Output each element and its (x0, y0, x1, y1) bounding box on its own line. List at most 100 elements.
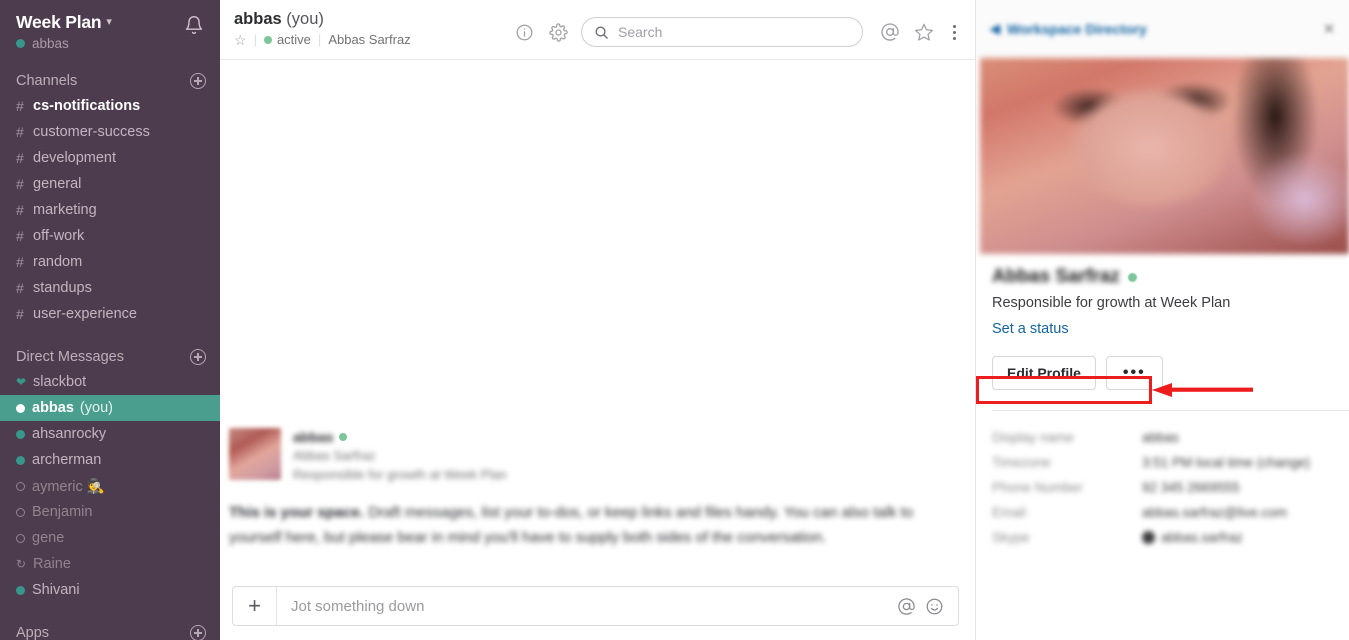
message-item: abbas Abbas Sarfraz Responsible for grow… (229, 428, 959, 483)
sidebar-item-benjamin[interactable]: Benjamin (0, 499, 220, 525)
at-mention-icon[interactable] (873, 17, 907, 47)
hash-icon: # (16, 176, 24, 192)
conversation-info: abbas (you) ☆ | active | Abbas Sarfraz (234, 9, 507, 47)
sidebar-item-marketing[interactable]: # marketing (0, 197, 220, 223)
sidebar-item-aymeric[interactable]: aymeric 🕵 (0, 473, 220, 499)
direct-messages-section: Direct Messages ❤ slackbot abbas (you) a… (0, 345, 220, 603)
presence-away-icon (16, 481, 25, 491)
workspace-name[interactable]: Week Plan (16, 12, 102, 33)
hash-icon: # (16, 306, 24, 322)
back-to-workspace-directory[interactable]: ◀ Workspace Directory (990, 21, 1313, 37)
apps-section: Apps (0, 621, 220, 640)
sidebar-item-standups[interactable]: # standups (0, 275, 220, 301)
sidebar-item-development[interactable]: # development (0, 145, 220, 171)
bell-icon[interactable] (184, 15, 204, 35)
edit-profile-button[interactable]: Edit Profile (992, 356, 1096, 390)
message-author[interactable]: abbas (293, 429, 333, 445)
field-value[interactable]: abbas.sarfraz@live.com (1142, 505, 1287, 520)
sidebar-item-label: development (33, 150, 117, 166)
profile-description: Responsible for growth at Week Plan (992, 295, 1231, 311)
hash-icon: # (16, 254, 24, 270)
set-a-status-link[interactable]: Set a status (992, 321, 1069, 337)
message-body: abbas Abbas Sarfraz Responsible for grow… (293, 428, 959, 483)
dms-label: Direct Messages (16, 349, 124, 365)
plus-icon[interactable]: + (233, 587, 277, 625)
emoji-smiley-icon[interactable] (925, 597, 944, 616)
chevron-down-icon[interactable]: ▾ (106, 15, 112, 28)
sidebar-item-label: random (33, 254, 83, 270)
sidebar-item-label: archerman (32, 452, 102, 468)
kebab-menu-icon[interactable] (943, 17, 965, 47)
hash-icon: # (16, 228, 24, 244)
hash-icon: # (16, 202, 24, 218)
composer-icons (897, 597, 958, 616)
starred-items-icon[interactable] (907, 17, 941, 47)
sidebar-item-label: Benjamin (32, 504, 93, 520)
at-mention-icon[interactable] (897, 597, 916, 616)
header-actions (507, 9, 965, 47)
field-value: abbas.sarfraz (1161, 530, 1243, 545)
conversation-full-name: Abbas Sarfraz (328, 32, 411, 47)
dms-section-header[interactable]: Direct Messages (0, 345, 220, 369)
hash-icon: # (16, 98, 24, 114)
workspace-title-wrap[interactable]: Week Plan ▾ abbas (16, 12, 206, 51)
channels-label: Channels (16, 73, 78, 89)
presence-online-icon (16, 455, 25, 465)
message-input[interactable] (277, 597, 897, 615)
profile-name-row: Abbas Sarfraz (992, 266, 1333, 288)
plus-circle-icon-apps[interactable] (190, 625, 206, 640)
hash-icon: # (16, 124, 24, 140)
sidebar-item-label: general (33, 176, 82, 192)
plus-circle-icon-channels[interactable] (190, 73, 206, 89)
close-icon[interactable]: ✕ (1321, 21, 1337, 38)
sidebar-item-abbas-you[interactable]: abbas (you) (0, 395, 220, 421)
heart-icon: ❤ (16, 375, 27, 389)
sidebar: Week Plan ▾ abbas Channels # cs-notifica… (0, 0, 220, 640)
field-label: Display name (992, 430, 1074, 445)
presence-away-icon (16, 533, 25, 543)
sidebar-item-label: cs-notifications (33, 98, 141, 114)
sidebar-item-user-experience[interactable]: # user-experience (0, 301, 220, 327)
sidebar-item-slackbot[interactable]: ❤ slackbot (0, 369, 220, 395)
profile-field-email: Email abbas.sarfraz@live.com (992, 500, 1333, 525)
star-outline-icon[interactable]: ☆ (234, 33, 247, 47)
apps-section-header[interactable]: Apps (0, 621, 220, 640)
channels-section-header[interactable]: Channels (0, 69, 220, 93)
sidebar-item-raine[interactable]: ↻ Raine (0, 551, 220, 577)
message-composer[interactable]: + (232, 586, 959, 626)
sidebar-item-label: standups (33, 280, 92, 296)
sidebar-item-gene[interactable]: gene (0, 525, 220, 551)
chevron-left-icon: ◀ (990, 21, 1000, 36)
sidebar-item-ahsanrocky[interactable]: ahsanrocky (0, 421, 220, 447)
composer-wrap: + (220, 586, 975, 640)
sidebar-item-customer-success[interactable]: # customer-success (0, 119, 220, 145)
divider: | (253, 32, 257, 47)
plus-circle-icon-dms[interactable] (190, 349, 206, 365)
avatar[interactable] (229, 428, 281, 480)
profile-field-phone-number: Phone Number 92 345 2669555 (992, 475, 1333, 500)
sidebar-item-label: abbas (32, 400, 74, 416)
conversation-header: abbas (you) ☆ | active | Abbas Sarfraz (220, 0, 975, 60)
sidebar-item-general[interactable]: # general (0, 171, 220, 197)
gear-icon[interactable] (541, 17, 575, 47)
sidebar-item-random[interactable]: # random (0, 249, 220, 275)
sidebar-item-off-work[interactable]: # off-work (0, 223, 220, 249)
profile-more-button[interactable]: ••• (1105, 356, 1163, 390)
sidebar-item-archerman[interactable]: archerman (0, 447, 220, 473)
profile-photo[interactable] (980, 58, 1349, 254)
field-label: Skype (992, 530, 1030, 545)
sidebar-item-shivani[interactable]: Shivani (0, 577, 220, 603)
search-box[interactable] (581, 17, 863, 47)
profile-field-display-name: Display name abbas (992, 425, 1333, 450)
presence-online-icon (16, 39, 25, 48)
sidebar-item-cs-notifications[interactable]: # cs-notifications (0, 93, 220, 119)
search-input[interactable] (618, 24, 850, 40)
presence-online-icon (16, 429, 25, 439)
profile-summary: Abbas Sarfraz Responsible for growth at … (976, 254, 1349, 390)
workspace-header[interactable]: Week Plan ▾ abbas (0, 8, 220, 51)
field-label: Timezone (992, 455, 1051, 470)
sidebar-item-label: Raine (33, 556, 71, 572)
conversation-name: abbas (234, 10, 282, 28)
info-circle-icon[interactable] (507, 17, 541, 47)
field-value: 3:51 PM local time (change) (1142, 455, 1311, 470)
